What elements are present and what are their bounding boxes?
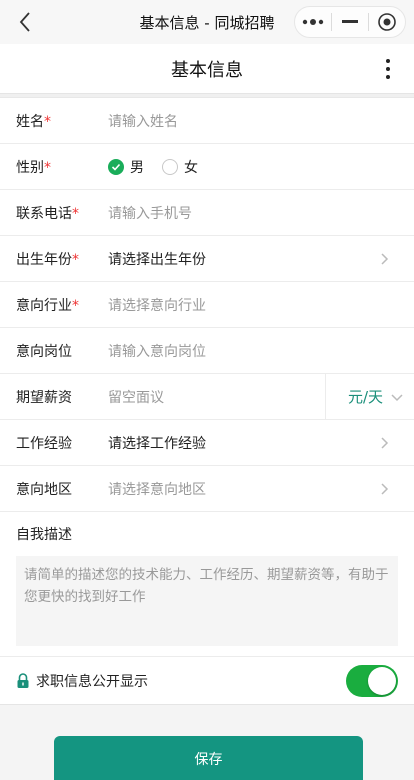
experience-label: 工作经验 [16, 435, 72, 452]
back-arrow-icon[interactable] [14, 10, 38, 34]
self-description-label: 自我描述 [16, 527, 72, 543]
salary-unit-select[interactable]: 元/天 [325, 374, 414, 419]
chevron-right-icon [381, 437, 389, 449]
name-row: 姓名* 请输入姓名 [0, 98, 414, 144]
window-title: 基本信息 - 同城招聘 [139, 13, 275, 32]
switch-knob [368, 667, 396, 695]
self-description-textarea[interactable]: 请简单的描述您的技术能力、工作经历、期望薪资等，有助于您更快的找到好工作 [16, 556, 398, 646]
phone-label: 联系电话* [16, 205, 79, 222]
lock-icon [17, 672, 29, 688]
position-label: 意向岗位 [16, 343, 72, 360]
position-input[interactable]: 请输入意向岗位 [108, 341, 206, 361]
phone-row: 联系电话* 请输入手机号 [0, 190, 414, 236]
page-title: 基本信息 [171, 59, 243, 81]
public-display-label: 求职信息公开显示 [36, 673, 148, 690]
phone-input[interactable]: 请输入手机号 [108, 203, 192, 223]
radio-unchecked-icon [162, 158, 178, 175]
industry-picker[interactable]: 请选择意向行业 [108, 295, 206, 315]
footer-bar: 保存 [0, 705, 414, 780]
birth-year-label: 出生年份* [16, 251, 79, 268]
salary-unit-value: 元/天 [348, 388, 384, 406]
self-description-section: 自我描述 请简单的描述您的技术能力、工作经历、期望薪资等，有助于您更快的找到好工… [0, 512, 414, 657]
name-input[interactable]: 请输入姓名 [108, 111, 178, 131]
more-dots-icon[interactable] [295, 7, 331, 37]
page-navbar: 基本信息 [0, 44, 414, 94]
chevron-right-icon [381, 483, 389, 495]
birth-year-picker[interactable]: 请选择出生年份 [108, 249, 206, 269]
minimize-icon[interactable] [332, 7, 368, 37]
vertical-dots-icon[interactable] [376, 57, 400, 81]
target-close-icon[interactable] [369, 7, 405, 37]
gender-radio-female[interactable]: 女 [162, 157, 198, 177]
salary-label: 期望薪资 [16, 389, 72, 406]
experience-row[interactable]: 工作经验 请选择工作经验 [0, 420, 414, 466]
industry-row[interactable]: 意向行业* 请选择意向行业 [0, 282, 414, 328]
gender-label: 性别* [16, 159, 51, 176]
chevron-down-icon [391, 394, 403, 402]
name-label: 姓名* [16, 113, 51, 130]
gender-option-label: 女 [184, 159, 198, 176]
radio-checked-icon [108, 158, 124, 175]
gender-row: 性别* 男 女 [0, 144, 414, 190]
save-button[interactable]: 保存 [54, 736, 363, 780]
gender-option-label: 男 [130, 159, 144, 176]
salary-input[interactable]: 留空面议 [108, 387, 164, 407]
region-row[interactable]: 意向地区 请选择意向地区 [0, 466, 414, 512]
gender-radio-male[interactable]: 男 [108, 157, 144, 177]
chevron-right-icon [381, 253, 389, 265]
public-display-switch[interactable] [346, 665, 398, 697]
birth-year-row[interactable]: 出生年份* 请选择出生年份 [0, 236, 414, 282]
window-title-bar: 基本信息 - 同城招聘 [0, 0, 414, 44]
experience-picker[interactable]: 请选择工作经验 [108, 433, 206, 453]
region-label: 意向地区 [16, 481, 72, 498]
industry-label: 意向行业* [16, 297, 79, 314]
position-row: 意向岗位 请输入意向岗位 [0, 328, 414, 374]
region-picker[interactable]: 请选择意向地区 [108, 479, 206, 499]
salary-row: 期望薪资 留空面议 元/天 [0, 374, 414, 420]
mini-program-capsule [294, 6, 406, 38]
public-display-row: 求职信息公开显示 [0, 657, 414, 705]
